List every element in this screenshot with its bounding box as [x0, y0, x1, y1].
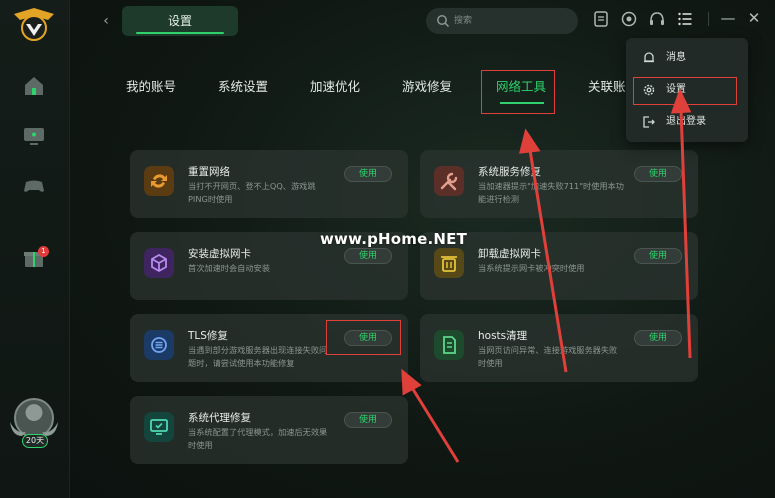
- card-title: 系统代理修复: [188, 412, 251, 424]
- notification-badge: 1: [38, 246, 49, 257]
- bell-icon: [644, 52, 654, 63]
- card-desc: 当网页访问异常、连接游戏服务器失败时使用: [478, 345, 618, 368]
- app-logo: [14, 8, 54, 41]
- search-box[interactable]: [426, 8, 578, 34]
- card-title: 安装虚拟网卡: [188, 248, 251, 260]
- file-icon: [434, 330, 464, 360]
- level-badge: 20天: [22, 434, 48, 448]
- watermark: www.pHome.NET: [320, 230, 468, 248]
- logout-icon: [643, 116, 655, 128]
- card-desc: 当系统配置了代理模式，加速后无效果时使用: [188, 427, 328, 450]
- tab-linked-account[interactable]: 关联账: [588, 76, 626, 98]
- cube-icon: [144, 248, 174, 278]
- search-input[interactable]: [454, 8, 572, 34]
- menu-item-label: 消息: [666, 52, 686, 63]
- search-icon: [437, 15, 450, 28]
- use-button-system-proxy-repair[interactable]: 使用: [344, 412, 392, 428]
- card-desc: 当系统提示网卡被冲突时使用: [478, 263, 585, 273]
- back-button[interactable]: ‹: [98, 12, 114, 30]
- wrench-icon: [434, 166, 464, 196]
- use-button-hosts-cleanup[interactable]: 使用: [634, 330, 682, 346]
- card-title: hosts清理: [478, 330, 528, 342]
- skin-icon[interactable]: [620, 10, 638, 28]
- card-title: TLS修复: [188, 330, 228, 342]
- close-button[interactable]: ✕: [744, 8, 764, 28]
- refresh-icon: [144, 166, 174, 196]
- menu-item-messages[interactable]: 消息: [636, 46, 738, 70]
- highlight-network-tools-tab: [481, 70, 555, 114]
- trash-icon: [434, 248, 464, 278]
- card-title: 重置网络: [188, 166, 230, 178]
- toolbar-divider: [708, 12, 709, 26]
- mail-icon[interactable]: [592, 10, 610, 28]
- card-title: 卸载虚拟网卡: [478, 248, 541, 260]
- card-title: 系统服务修复: [478, 166, 541, 178]
- highlight-tls-use-button: [326, 320, 401, 355]
- menu-item-label: 退出登录: [666, 116, 706, 127]
- card-reset-network: 重置网络 当打不开网页、登不上QQ、游戏跳PING时使用 使用: [130, 150, 408, 218]
- gamepad-icon[interactable]: [22, 174, 46, 198]
- card-system-service-repair: 系统服务修复 当加速器提示"加速失败711"时使用本功能进行检测 使用: [420, 150, 698, 218]
- monitor-fix-icon: [144, 412, 174, 442]
- settings-title-tab[interactable]: 设置: [122, 6, 238, 36]
- card-desc: 当打不开网页、登不上QQ、游戏跳PING时使用: [188, 181, 316, 204]
- card-system-proxy-repair: 系统代理修复 当系统配置了代理模式，加速后无效果时使用 使用: [130, 396, 408, 464]
- sidebar: 1 20天: [0, 0, 70, 498]
- use-button-system-service-repair[interactable]: 使用: [634, 166, 682, 182]
- highlight-settings-menu-item: [633, 77, 737, 105]
- tab-my-account[interactable]: 我的账号: [126, 76, 176, 98]
- use-button-uninstall-virtual-nic[interactable]: 使用: [634, 248, 682, 264]
- menu-item-logout[interactable]: 退出登录: [636, 110, 738, 134]
- monitor-icon[interactable]: [22, 124, 46, 148]
- card-desc: 当加速器提示"加速失败711"时使用本功能进行检测: [478, 181, 624, 204]
- card-desc: 首次加速时会自动安装: [188, 263, 270, 273]
- use-button-install-virtual-nic[interactable]: 使用: [344, 248, 392, 264]
- tab-acceleration[interactable]: 加速优化: [310, 76, 360, 98]
- tab-game-repair[interactable]: 游戏修复: [402, 76, 452, 98]
- menu-icon[interactable]: [676, 10, 694, 28]
- headset-icon[interactable]: [648, 10, 666, 28]
- tls-icon: [144, 330, 174, 360]
- card-desc: 当遇到部分游戏服务器出现连接失败问题时，请尝试使用本功能修复: [188, 345, 328, 368]
- tab-system-settings[interactable]: 系统设置: [218, 76, 268, 98]
- card-hosts-cleanup: hosts清理 当网页访问异常、连接游戏服务器失败时使用 使用: [420, 314, 698, 382]
- minimize-button[interactable]: —: [718, 8, 738, 28]
- use-button-reset-network[interactable]: 使用: [344, 166, 392, 182]
- home-icon[interactable]: [22, 74, 46, 98]
